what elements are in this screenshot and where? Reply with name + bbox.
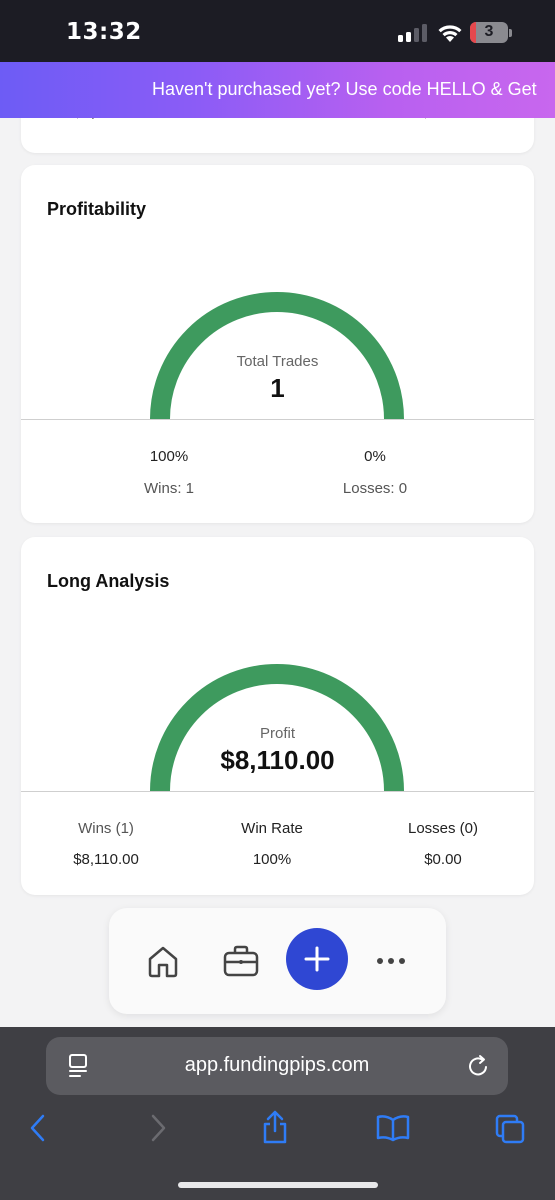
battery-icon: 3 bbox=[470, 22, 508, 43]
promo-banner[interactable]: Haven't purchased yet? Use code HELLO & … bbox=[0, 62, 555, 118]
profitability-card: Profitability Total Trades 1 100% Wins: … bbox=[21, 165, 534, 523]
losses-header: Losses (0) bbox=[407, 820, 479, 837]
wifi-icon bbox=[438, 25, 462, 42]
status-time: 13:32 bbox=[66, 19, 142, 45]
gauge-label: Total Trades bbox=[236, 353, 319, 370]
bookmarks-icon[interactable] bbox=[375, 1113, 411, 1143]
url-text: app.fundingpips.com bbox=[184, 1054, 370, 1076]
wins-header: Wins (1) bbox=[78, 820, 134, 837]
browser-chrome: app.fundingpips.com bbox=[0, 1027, 555, 1200]
bottom-nav bbox=[109, 908, 446, 1014]
address-bar[interactable]: app.fundingpips.com bbox=[46, 1037, 508, 1095]
wins-count: Wins: 1 bbox=[143, 480, 194, 497]
reload-icon[interactable] bbox=[466, 1053, 492, 1079]
status-bar: 13:32 3 bbox=[0, 0, 555, 62]
losses-percent: 0% bbox=[364, 448, 386, 465]
long-analysis-card: Long Analysis Profit $8,110.00 Wins (1) … bbox=[21, 537, 534, 895]
win-rate-header: Win Rate bbox=[241, 820, 303, 837]
battery-level: 3 bbox=[484, 23, 494, 40]
promo-text: Haven't purchased yet? Use code HELLO & … bbox=[152, 79, 537, 99]
forward-icon[interactable] bbox=[146, 1113, 170, 1143]
share-icon[interactable] bbox=[260, 1109, 290, 1145]
divider bbox=[21, 419, 534, 420]
home-indicator bbox=[178, 1182, 378, 1188]
win-rate-value: 100% bbox=[252, 851, 292, 868]
gauge-label: Profit bbox=[259, 725, 295, 742]
losses-count: Losses: 0 bbox=[342, 480, 408, 497]
add-button[interactable] bbox=[286, 928, 348, 990]
cellular-signal-icon bbox=[398, 24, 428, 42]
plus-icon bbox=[304, 946, 330, 972]
home-icon[interactable] bbox=[145, 943, 181, 979]
back-icon[interactable] bbox=[26, 1113, 50, 1143]
tabs-icon[interactable] bbox=[494, 1113, 526, 1145]
losses-value: $0.00 bbox=[424, 851, 462, 868]
battery-tip bbox=[509, 29, 512, 37]
more-icon[interactable] bbox=[375, 954, 407, 968]
divider bbox=[21, 791, 534, 792]
wins-value: $8,110.00 bbox=[73, 851, 139, 868]
wins-percent: 100% bbox=[149, 448, 189, 465]
gauge-value: $8,110.00 bbox=[220, 745, 335, 775]
briefcase-icon[interactable] bbox=[222, 944, 260, 978]
gauge-value: 1 bbox=[270, 373, 285, 403]
